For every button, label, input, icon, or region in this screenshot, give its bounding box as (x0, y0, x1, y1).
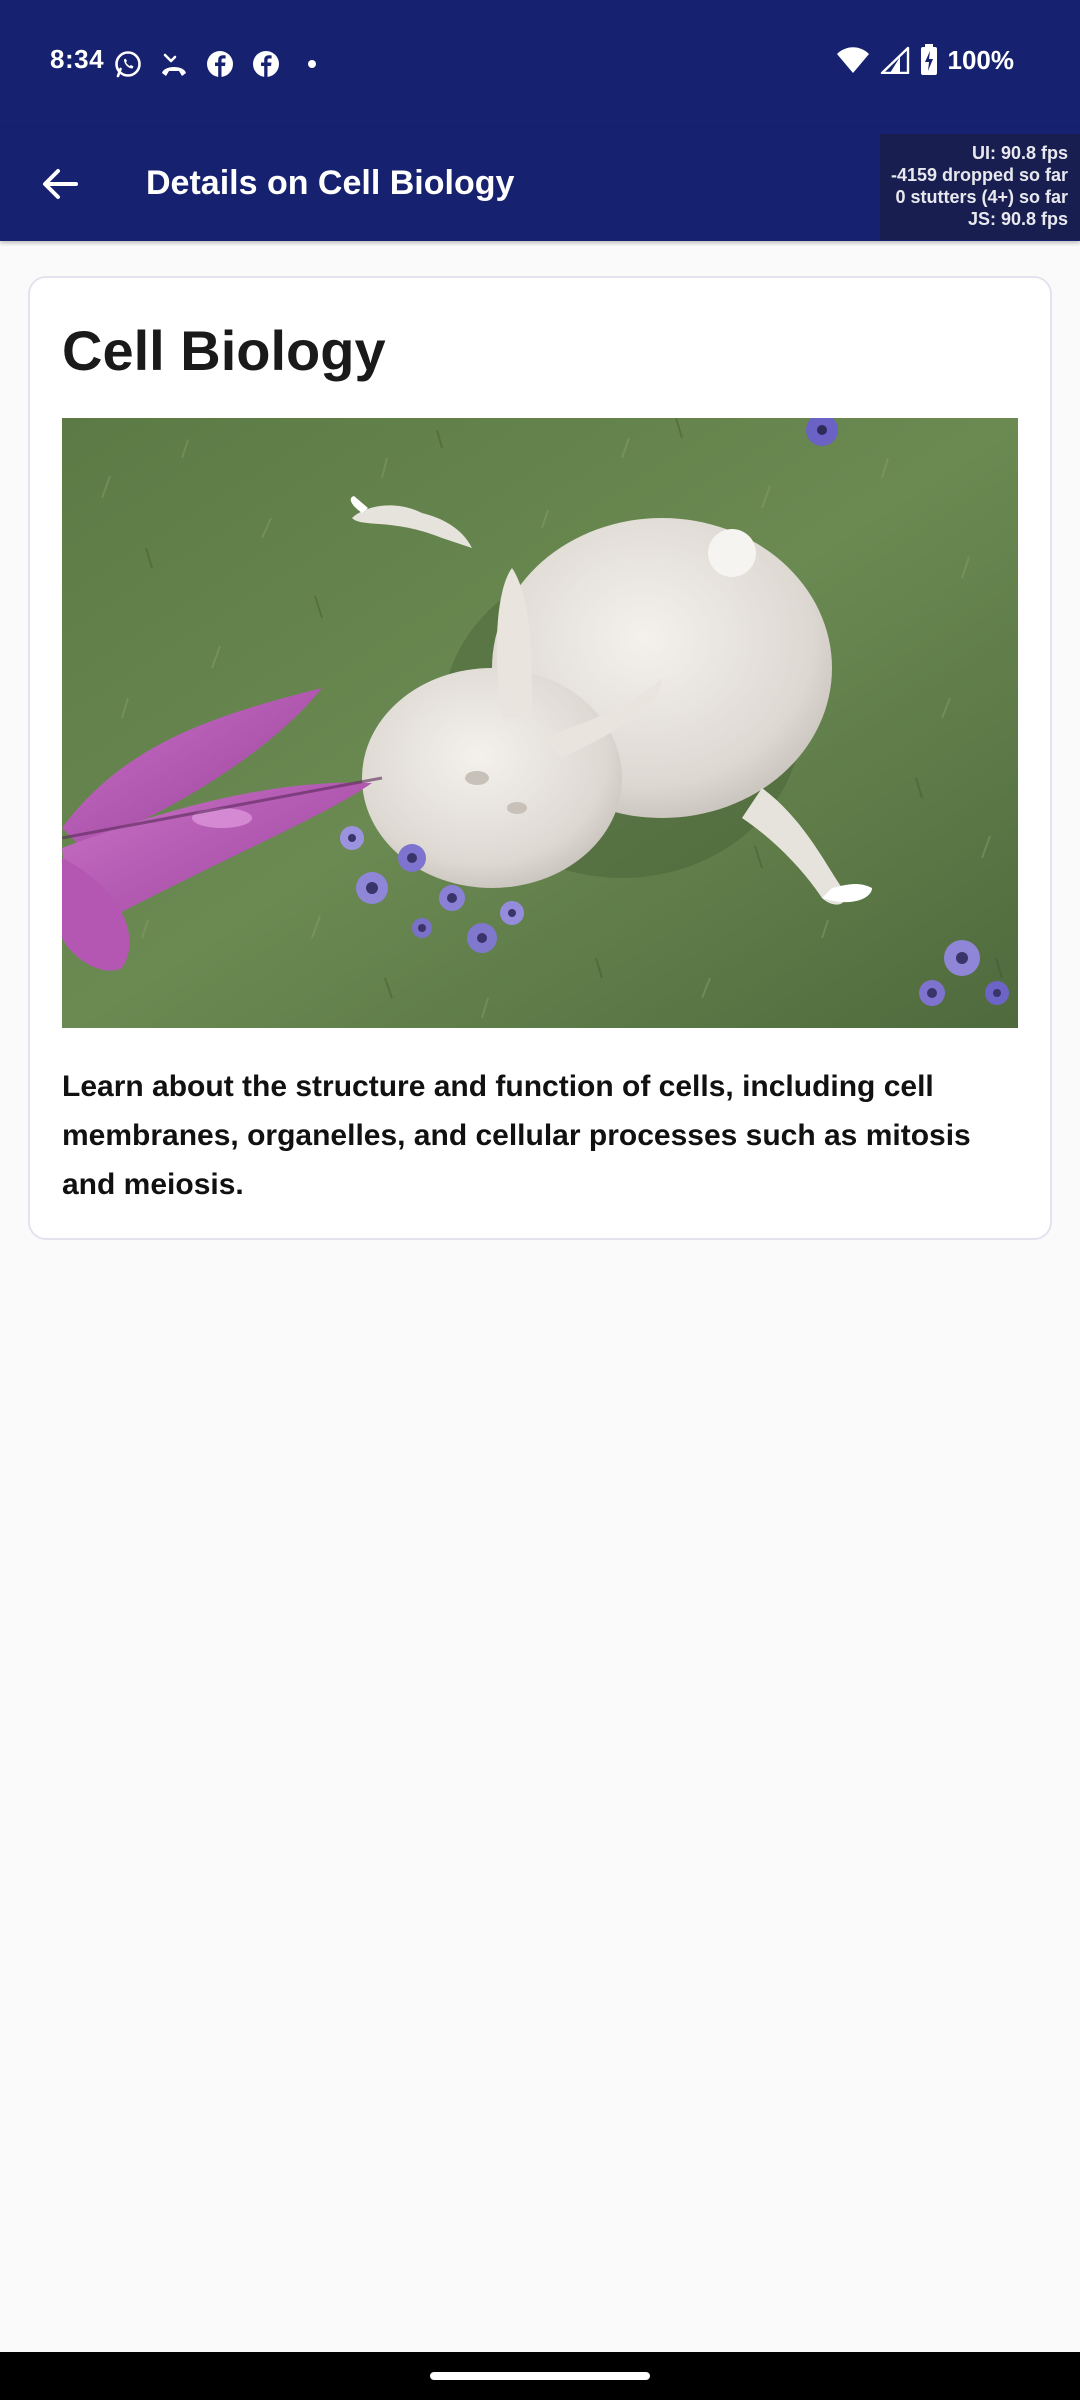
back-button[interactable] (22, 146, 98, 222)
bunny-butterfly-illustration (62, 418, 1018, 1028)
status-bar: 8:34 100% (0, 0, 1080, 128)
stutters-text: 0 stutters (4+) so far (895, 187, 1068, 207)
facebook-icon (250, 48, 282, 80)
ui-fps-text: UI: 90.8 fps (971, 143, 1068, 163)
app-bar: Details on Cell Biology UI: 90.8 fps -41… (0, 128, 1080, 241)
dropped-frames-text: -4159 dropped so far (890, 165, 1068, 185)
topic-card: Cell Biology Learn about the structure a… (28, 276, 1052, 1240)
home-gesture-handle[interactable] (430, 2372, 650, 2380)
whatsapp-icon (112, 48, 144, 80)
battery-percentage: 100% (947, 44, 1015, 75)
cell-signal-icon (880, 46, 910, 74)
page-title: Details on Cell Biology (146, 164, 515, 202)
screen: 8:34 100% Details on Cell Biology UI: 90… (0, 0, 1080, 2400)
status-time: 8:34 (50, 44, 105, 74)
notification-dot-icon (296, 48, 328, 80)
navigation-bar (0, 2352, 1080, 2400)
system-icons: 100% (836, 44, 1015, 76)
js-fps-text: JS: 90.8 fps (967, 209, 1068, 229)
topic-image (62, 418, 1018, 1028)
arrow-left-icon (43, 169, 78, 199)
wifi-icon (836, 46, 870, 74)
missed-call-icon (158, 48, 190, 80)
card-title: Cell Biology (62, 319, 386, 382)
performance-monitor-overlay: UI: 90.8 fps -4159 dropped so far 0 stut… (880, 134, 1080, 240)
card-description: Learn about the structure and function o… (62, 1070, 971, 1201)
facebook-icon (204, 48, 236, 80)
battery-charging-icon (920, 44, 938, 76)
notification-icons (112, 48, 328, 80)
